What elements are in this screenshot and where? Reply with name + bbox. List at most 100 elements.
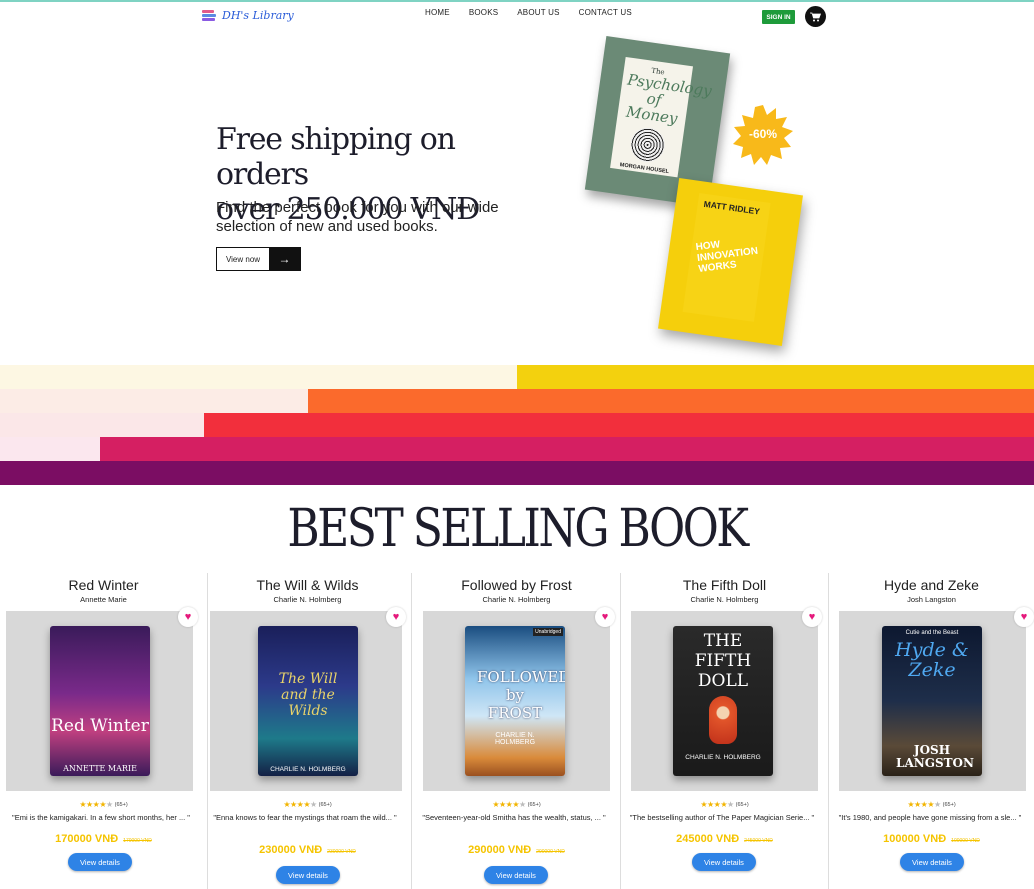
book-author: Charlie N. Holmberg xyxy=(273,595,342,604)
section-title: BEST SELLING BOOK xyxy=(287,497,749,560)
featured-book-how-innovation-works[interactable]: MATT RIDLEY HOW INNOVATION WORKS xyxy=(658,178,803,346)
stripe-pink xyxy=(100,437,1034,461)
old-price: 230000 VNĐ xyxy=(327,849,356,855)
current-price: 230000 VNĐ xyxy=(259,844,323,856)
book-title[interactable]: Followed by Frost xyxy=(413,577,620,593)
book-cover: THE FIFTH DOLL CHARLIE N. HOLMBERG xyxy=(673,626,773,776)
cover-subtitle: Cutie and the Beast xyxy=(905,630,959,636)
book-author: Annette Marie xyxy=(80,595,127,604)
book-cover: Red Winter ANNETTE MARIE xyxy=(50,626,150,776)
book-card-followed-by-frost: Followed by Frost Charlie N. Holmberg Un… xyxy=(413,573,621,889)
stripe-bg-4 xyxy=(0,437,100,461)
book-card-red-winter: Red Winter Annette Marie Red Winter ANNE… xyxy=(0,573,208,889)
matryoshka-doll-illustration xyxy=(709,696,737,744)
nav-links: HOME BOOKS ABOUT US CONTACT US xyxy=(425,8,651,17)
book-image-box[interactable]: THE FIFTH DOLL CHARLIE N. HOLMBERG xyxy=(631,611,818,791)
book-price: 230000 VNĐ 230000 VNĐ xyxy=(204,844,411,856)
cover-badge: Unabridged xyxy=(533,628,563,636)
book-description: "Enna knows to fear the mystings that ro… xyxy=(213,813,397,822)
book-title[interactable]: The Fifth Doll xyxy=(621,577,828,593)
view-now-button[interactable]: View now → xyxy=(216,247,301,271)
cart-icon xyxy=(810,12,821,21)
book-cover-inner: The Psychology of Money MORGAN HOUSEL xyxy=(610,56,713,178)
hero-title-line1: Free shipping on orders xyxy=(216,122,456,192)
book-image-box[interactable]: Cutie and the Beast Hyde & Zeke JOSH LAN… xyxy=(839,611,1026,791)
book-description: "Seventeen-year-old Smitha has the wealt… xyxy=(422,813,606,822)
sign-in-button[interactable]: SIGN IN xyxy=(762,10,795,24)
view-details-button[interactable]: View details xyxy=(484,866,548,884)
book-description: "The bestselling author of The Paper Mag… xyxy=(629,813,815,822)
book-image-box[interactable]: Red Winter ANNETTE MARIE xyxy=(6,611,193,791)
heart-icon: ♥ xyxy=(601,611,609,623)
top-navigation: DH's Library HOME BOOKS ABOUT US CONTACT… xyxy=(0,2,1034,30)
cover-author: CHARLIE N. HOLMBERG xyxy=(270,766,346,773)
book-image-box[interactable]: The Will and the Wilds CHARLIE N. HOLMBE… xyxy=(210,611,402,791)
book-description: "Emi is the kamigakari. In a few short m… xyxy=(12,813,190,822)
rating-count: (65+) xyxy=(318,801,332,808)
book-price: 100000 VNĐ 100000 VNĐ xyxy=(829,833,1034,845)
old-price: 170000 VNĐ xyxy=(123,838,152,844)
book-description: "It's 1980, and people have gone missing… xyxy=(838,813,1022,822)
nav-link-about-us[interactable]: ABOUT US xyxy=(517,8,559,17)
star-rating-icon: ★★★★★ xyxy=(492,800,526,809)
book-price: 245000 VNĐ 245000 VNĐ xyxy=(621,833,828,845)
discount-text: -60% xyxy=(748,127,777,141)
stripe-bg-3 xyxy=(0,413,204,437)
star-rating-icon: ★★★★★ xyxy=(700,800,734,809)
cover-author: CHARLIE N. HOLMBERG xyxy=(685,754,761,761)
book-rating: ★★★★★ (65+) xyxy=(621,800,828,809)
favorite-button[interactable]: ♥ xyxy=(1014,607,1034,627)
view-details-button[interactable]: View details xyxy=(276,866,340,884)
site-logo[interactable]: DH's Library xyxy=(202,9,294,22)
book-author: Josh Langston xyxy=(907,595,956,604)
heart-icon: ♥ xyxy=(808,611,816,623)
current-price: 290000 VNĐ xyxy=(468,844,532,856)
star-rating-icon: ★★★★★ xyxy=(907,800,941,809)
book-price: 290000 VNĐ 290000 VNĐ xyxy=(413,844,620,856)
rating-count: (65+) xyxy=(114,801,128,808)
logo-text: DH's Library xyxy=(222,9,294,22)
book-image-box[interactable]: Unabridged FOLLOWED by FROST CHARLIE N. … xyxy=(423,611,610,791)
stripe-red xyxy=(204,413,1034,437)
view-details-button[interactable]: View details xyxy=(68,853,132,871)
nav-link-books[interactable]: BOOKS xyxy=(469,8,498,17)
book-rating: ★★★★★ (65+) xyxy=(0,800,207,809)
current-price: 100000 VNĐ xyxy=(883,833,947,845)
rating-count: (65+) xyxy=(942,801,956,808)
book-title[interactable]: Hyde and Zeke xyxy=(829,577,1034,593)
book-title[interactable]: The Will & Wilds xyxy=(204,577,411,593)
star-rating-icon: ★★★★★ xyxy=(79,800,113,809)
view-now-label: View now xyxy=(225,254,261,264)
old-price: 245000 VNĐ xyxy=(744,838,773,844)
hero-subtitle: Find the perfect book for you with our w… xyxy=(216,199,499,235)
book-author: Charlie N. Holmberg xyxy=(690,595,759,604)
star-rating-icon: ★★★★★ xyxy=(283,800,317,809)
old-price: 100000 VNĐ xyxy=(951,838,980,844)
cart-button[interactable] xyxy=(805,6,826,27)
favorite-button[interactable]: ♥ xyxy=(178,607,198,627)
book-cover: The Will and the Wilds CHARLIE N. HOLMBE… xyxy=(258,626,358,776)
favorite-button[interactable]: ♥ xyxy=(802,607,822,627)
books-stack-icon xyxy=(202,9,216,22)
favorite-button[interactable]: ♥ xyxy=(386,607,406,627)
stripe-bg-1 xyxy=(0,365,517,389)
view-details-button[interactable]: View details xyxy=(692,853,756,871)
cover-title: HOW INNOVATION WORKS xyxy=(695,239,759,275)
current-price: 170000 VNĐ xyxy=(55,833,119,845)
view-details-button[interactable]: View details xyxy=(900,853,964,871)
book-price: 170000 VNĐ 170000 VNĐ xyxy=(0,833,207,845)
cover-title: THE FIFTH DOLL xyxy=(694,631,752,691)
rating-count: (65+) xyxy=(527,801,541,808)
book-cover: Unabridged FOLLOWED by FROST CHARLIE N. … xyxy=(465,626,565,776)
favorite-button[interactable]: ♥ xyxy=(595,607,615,627)
heart-icon: ♥ xyxy=(184,611,192,623)
book-author: Charlie N. Holmberg xyxy=(482,595,551,604)
current-price: 245000 VNĐ xyxy=(676,833,740,845)
nav-link-home[interactable]: HOME xyxy=(425,8,450,17)
book-title[interactable]: Red Winter xyxy=(0,577,207,593)
cover-title: The Will and the Wilds xyxy=(278,671,338,719)
old-price: 290000 VNĐ xyxy=(536,849,565,855)
nav-link-contact-us[interactable]: CONTACT US xyxy=(579,8,632,17)
rating-count: (65+) xyxy=(735,801,749,808)
cover-author: CHARLIE N. HOLMBERG xyxy=(494,732,536,746)
